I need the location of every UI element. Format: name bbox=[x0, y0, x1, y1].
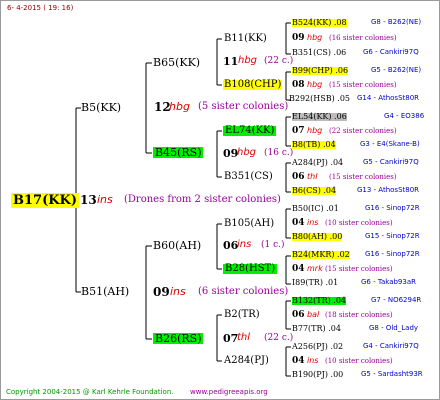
gen4-queen-3[interactable]: B99(CHP) .06 bbox=[292, 67, 349, 75]
gen4-ref-4: G14 - AthosSt80R bbox=[357, 94, 420, 102]
gen4-ref-6: G3 - E4(Skane-B) bbox=[360, 140, 420, 148]
gen4-ref-13: G7 - NO6294R bbox=[371, 296, 422, 304]
gen2-ins-2: hbg bbox=[237, 147, 257, 158]
gen4-queen-10[interactable]: B80(AH) .00 bbox=[292, 233, 343, 241]
dam-sister-note: (6 sister colonies) bbox=[198, 286, 289, 297]
gen4-count-8: 04 bbox=[292, 356, 305, 366]
gen4-queen-5[interactable]: EL54(KK) .06 bbox=[292, 113, 347, 121]
gen4-ref-3: G5 - B262(NE) bbox=[371, 66, 422, 74]
gen2-note-1: (22 c.) bbox=[264, 56, 294, 66]
sire-queen[interactable]: B5(KK) bbox=[81, 102, 121, 113]
gen2-queen-3[interactable]: B60(AH) bbox=[153, 240, 201, 251]
gen4-count-3: 07 bbox=[292, 126, 305, 136]
gen4-ref-16: G5 - Sardasht93R bbox=[361, 370, 423, 378]
gen2-ins-3: ins bbox=[237, 239, 252, 250]
copyright-notice: Copyright 2004-2015 @ Karl Kehrle Founda… bbox=[6, 388, 174, 396]
gen4-ins-1: hbg bbox=[307, 33, 323, 42]
gen4-note-3: (22 sister colonies) bbox=[329, 127, 397, 135]
gen4-queen-4[interactable]: B292(HSB) .05 bbox=[289, 95, 350, 103]
gen4-ref-9: G16 - Sinop72R bbox=[365, 204, 420, 212]
gen4-queen-13[interactable]: B132(TR) .04 bbox=[292, 297, 347, 305]
gen4-note-4: (15 sister colonies) bbox=[329, 173, 397, 181]
gen2-note-2: (16 c.) bbox=[264, 148, 294, 158]
gen4-ref-12: G6 - Takab93aR bbox=[361, 278, 416, 286]
gen4-note-1: (16 sister colonies) bbox=[329, 34, 397, 42]
gen4-queen-8[interactable]: B6(CS) .04 bbox=[292, 187, 337, 195]
sire-sister-note: (5 sister colonies) bbox=[198, 101, 289, 112]
gen4-queen-7[interactable]: A284(PJ) .04 bbox=[292, 159, 343, 167]
gen4-ref-7: G5 - Cankiri97Q bbox=[363, 158, 419, 166]
gen4-queen-15[interactable]: A256(PJ) .02 bbox=[292, 343, 343, 351]
gen2-queen-2[interactable]: B45(RS) bbox=[153, 147, 204, 158]
gen2-queen-1[interactable]: B65(KK) bbox=[153, 57, 200, 68]
gen4-note-7: (18 sister colonies) bbox=[325, 311, 393, 319]
gen4-ref-14: G8 - Old_Lady bbox=[369, 324, 419, 332]
gen3-queen-4[interactable]: B351(CS) bbox=[224, 172, 273, 182]
gen4-ref-1: G8 - B262(NE) bbox=[371, 18, 422, 26]
gen3-queen-8[interactable]: A284(PJ) bbox=[224, 356, 269, 366]
gen2-queen-4[interactable]: B26(RS) bbox=[153, 333, 204, 344]
gen4-note-2: (15 sister colonies) bbox=[329, 81, 397, 89]
gen2-ins-4: thl bbox=[237, 332, 251, 343]
gen4-queen-2[interactable]: B351(CS) .06 bbox=[292, 49, 346, 57]
gen2-ins-1: hbg bbox=[238, 55, 258, 66]
gen4-count-1: 09 bbox=[292, 33, 305, 43]
gen4-note-8: (10 sister colonies) bbox=[325, 357, 393, 365]
gen4-queen-11[interactable]: B24(MKR) .02 bbox=[292, 251, 350, 259]
gen3-queen-6[interactable]: B28(HST) bbox=[223, 264, 278, 274]
root-drone-count: 13 bbox=[80, 193, 97, 207]
gen4-count-7: 06 bbox=[292, 310, 305, 320]
gen4-queen-1[interactable]: B524(KK) .08 bbox=[292, 19, 347, 27]
gen4-note-5: (10 sister colonies) bbox=[325, 219, 393, 227]
gen4-ins-8: ins bbox=[307, 356, 319, 365]
root-drone-note: (Drones from 2 sister colonies) bbox=[124, 194, 281, 205]
gen4-count-6: 04 bbox=[292, 264, 305, 274]
dam-drone-count: 09 bbox=[153, 285, 170, 299]
gen2-count-1: 11 bbox=[223, 55, 239, 68]
gen4-ref-15: G4 - Cankiri97Q bbox=[363, 342, 419, 350]
gen4-count-4: 06 bbox=[292, 172, 305, 182]
gen4-count-5: 04 bbox=[292, 218, 305, 228]
report-date: 6- 4-2015 ( 19: 16) bbox=[7, 4, 74, 12]
gen4-queen-12[interactable]: I89(TR) .01 bbox=[292, 279, 338, 287]
gen3-queen-3[interactable]: EL74(KK) bbox=[223, 126, 277, 136]
gen3-queen-1[interactable]: B11(KK) bbox=[224, 34, 267, 44]
root-queen[interactable]: B17(KK) bbox=[11, 193, 79, 208]
gen4-ins-5: ins bbox=[307, 218, 319, 227]
gen4-ref-2: G6 - Cankiri97Q bbox=[363, 48, 419, 56]
gen2-note-3: (1 c.) bbox=[261, 240, 285, 250]
gen2-note-4: (22 c.) bbox=[264, 333, 294, 343]
gen4-queen-16[interactable]: B190(PJ) .00 bbox=[292, 371, 343, 379]
gen3-queen-2[interactable]: B108(CHP) bbox=[223, 80, 283, 90]
sire-insemination: hbg bbox=[169, 100, 190, 113]
gen4-queen-9[interactable]: B50(IC) .01 bbox=[292, 205, 339, 213]
gen4-ins-7: bal bbox=[307, 310, 320, 319]
gen4-note-6: (15 sister colonies) bbox=[325, 265, 393, 273]
gen4-ref-10: G15 - Sinop72R bbox=[365, 232, 420, 240]
gen4-ref-8: G13 - AthosSt80R bbox=[357, 186, 420, 194]
gen4-queen-6[interactable]: B8(TB) .04 bbox=[292, 141, 336, 149]
gen4-ref-5: G4 - EO386 bbox=[384, 112, 425, 120]
gen4-queen-14[interactable]: B77(TR) .04 bbox=[292, 325, 341, 333]
pedigree-frame: 6- 4-2015 ( 19: 16) B17(KK) 13 ins (Dron… bbox=[0, 0, 440, 400]
gen4-ref-11: G16 - Sinop72R bbox=[365, 250, 420, 258]
gen4-ins-2: hbg bbox=[307, 80, 323, 89]
gen4-count-2: 08 bbox=[292, 80, 305, 90]
website-link[interactable]: www.pedigreeapis.org bbox=[190, 389, 268, 396]
gen4-ins-4: thl bbox=[307, 172, 318, 181]
dam-insemination: ins bbox=[170, 285, 186, 298]
gen4-ins-6: mrk bbox=[307, 264, 323, 273]
root-insemination: ins bbox=[97, 193, 113, 206]
dam-queen[interactable]: B51(AH) bbox=[81, 286, 129, 297]
gen3-queen-5[interactable]: B105(AH) bbox=[224, 219, 274, 229]
gen4-ins-3: hbg bbox=[307, 126, 323, 135]
gen3-queen-7[interactable]: B2(TR) bbox=[224, 310, 260, 320]
